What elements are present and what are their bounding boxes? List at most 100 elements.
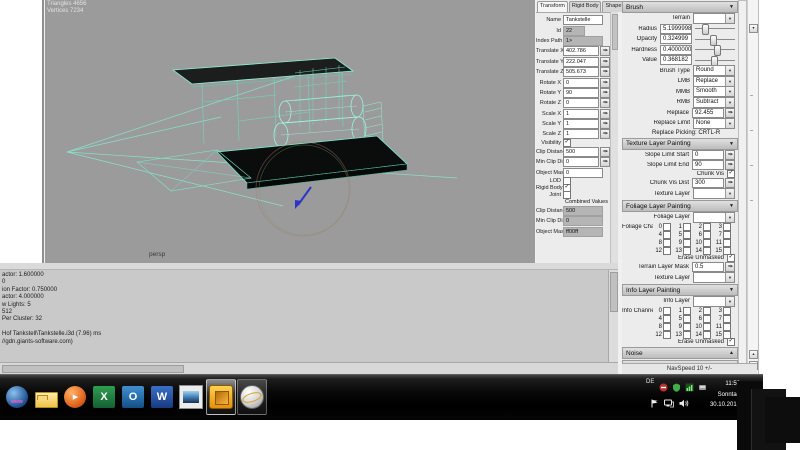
- field-slope-limit-start[interactable]: 0: [692, 150, 724, 160]
- section-header-foliage-layer-painting[interactable]: Foliage Layer Painting▼: [622, 200, 738, 212]
- section-header-texture-layer-painting[interactable]: Texture Layer Painting▼: [622, 138, 738, 150]
- side-slider[interactable]: ▼ ▲ ▲: [747, 0, 759, 374]
- checkbox-channel-6[interactable]: [703, 315, 711, 323]
- checkbox-channel-0[interactable]: [663, 307, 671, 315]
- field-scale-z[interactable]: 1: [563, 129, 599, 139]
- spinner-buttons[interactable]: ◄▶: [725, 108, 735, 118]
- field-rotate-y[interactable]: 90: [563, 88, 599, 98]
- flag-icon[interactable]: [650, 399, 659, 408]
- checkbox-channel-10[interactable]: [703, 323, 711, 331]
- shield-icon[interactable]: [672, 383, 681, 392]
- slider-value[interactable]: [695, 56, 735, 65]
- checkbox-channel-10[interactable]: [703, 239, 711, 247]
- spinner-buttons[interactable]: ◄▶: [725, 150, 735, 160]
- slider-down-icon[interactable]: ▼: [749, 24, 758, 33]
- checkbox-channel-9[interactable]: [683, 323, 691, 331]
- log-vertical-scrollbar[interactable]: [608, 270, 618, 362]
- network-icon[interactable]: [664, 399, 674, 408]
- spinner-buttons[interactable]: ◄▶: [600, 119, 610, 129]
- dropdown-info-layer[interactable]: ▼: [693, 296, 735, 307]
- checkbox-channel-3[interactable]: [723, 307, 731, 315]
- taskbar-button-giants-editor[interactable]: [206, 379, 236, 415]
- checkbox-channel-11[interactable]: [723, 239, 731, 247]
- checkbox-erase-unmasked[interactable]: ✓: [727, 254, 735, 262]
- dropdown-texture-layer[interactable]: ▼: [693, 188, 735, 199]
- field-scale-y[interactable]: 1: [563, 119, 599, 129]
- checkbox-channel-7[interactable]: [723, 231, 731, 239]
- spinner-buttons[interactable]: ◄▶: [725, 160, 735, 170]
- checkbox-channel-8[interactable]: [663, 239, 671, 247]
- taskbar-button-excel[interactable]: X: [90, 380, 118, 414]
- dropdown-replace-limit[interactable]: None▼: [693, 118, 735, 129]
- tab-transform[interactable]: Transform: [537, 1, 568, 12]
- checkbox-channel-8[interactable]: [663, 323, 671, 331]
- checkbox-channel-11[interactable]: [723, 323, 731, 331]
- checkbox-channel-13[interactable]: [683, 247, 691, 255]
- volume-icon[interactable]: [679, 399, 689, 408]
- checkbox-channel-12[interactable]: [663, 247, 671, 255]
- field-value[interactable]: 0.368182: [660, 55, 692, 65]
- spinner-buttons[interactable]: ◄▶: [600, 109, 610, 119]
- log-horizontal-scrollbar[interactable]: [0, 362, 618, 374]
- checkbox-channel-3[interactable]: [723, 223, 731, 231]
- taskbar-button-outlook[interactable]: O: [119, 380, 147, 414]
- viewport-3d[interactable]: Triangles 4656 Vertices 7234 persp: [45, 0, 535, 263]
- checkbox-erase-unmasked[interactable]: ✓: [727, 338, 735, 346]
- spinner-buttons[interactable]: ◄▶: [600, 67, 610, 77]
- checkbox-channel-1[interactable]: [683, 307, 691, 315]
- field-translate-y[interactable]: 222.047: [563, 57, 599, 67]
- slider-hardness[interactable]: [695, 45, 735, 54]
- field-rotate-x[interactable]: 0: [563, 78, 599, 88]
- checkbox-channel-14[interactable]: [703, 247, 711, 255]
- checkbox-channel-13[interactable]: [683, 331, 691, 339]
- checkbox-channel-2[interactable]: [703, 307, 711, 315]
- section-header-info-layer-painting[interactable]: Info Layer Painting▼: [622, 284, 738, 296]
- checkbox-channel-12[interactable]: [663, 331, 671, 339]
- field-radius[interactable]: 5.19999981: [660, 24, 692, 34]
- section-header-noise[interactable]: Noise▲: [622, 347, 738, 359]
- spinner-buttons[interactable]: ◄▶: [600, 57, 610, 67]
- field-name[interactable]: Tankstelle: [563, 15, 603, 25]
- field-opacity[interactable]: 0.324999: [660, 34, 692, 44]
- slider-opacity[interactable]: [695, 35, 735, 44]
- tool-scrollbar[interactable]: [738, 0, 747, 365]
- checkbox-channel-2[interactable]: [703, 223, 711, 231]
- field-chunk-vis-dist[interactable]: 300: [692, 178, 724, 188]
- taskbar-button-media-player[interactable]: [61, 380, 89, 414]
- dropdown-brush-type[interactable]: Round▼: [693, 65, 735, 76]
- checkbox-chunk-vis[interactable]: ✓: [727, 170, 735, 178]
- checkbox-channel-4[interactable]: [663, 231, 671, 239]
- checkbox-channel-5[interactable]: [683, 231, 691, 239]
- chart-icon[interactable]: [685, 383, 694, 392]
- field-object-mask[interactable]: 0: [563, 168, 603, 178]
- taskbar-button-gdn-globe[interactable]: [237, 379, 267, 415]
- checkbox-channel-14[interactable]: [703, 331, 711, 339]
- spinner-buttons[interactable]: ◄▶: [600, 98, 610, 108]
- spinner-buttons[interactable]: ◄▶: [600, 78, 610, 88]
- field-rotate-z[interactable]: 0: [563, 98, 599, 108]
- field-translate-x[interactable]: 402.786: [563, 46, 599, 56]
- checkbox-channel-9[interactable]: [683, 239, 691, 247]
- dropdown-terrain[interactable]: ▼: [693, 13, 735, 24]
- field-scale-x[interactable]: 1: [563, 109, 599, 119]
- checkbox-channel-5[interactable]: [683, 315, 691, 323]
- dropdown-rmb[interactable]: Subtract▼: [693, 97, 735, 108]
- translate-arrow[interactable]: [295, 187, 311, 209]
- taskbar-clock[interactable]: 11:59 Sonntag 30.10.2016: [702, 379, 740, 411]
- dropdown-mmb[interactable]: Smooth▼: [693, 86, 735, 97]
- field-hardness[interactable]: 0.40000001: [660, 45, 692, 55]
- taskbar-button-internet-globe[interactable]: www: [3, 380, 31, 414]
- tab-rigid-body[interactable]: Rigid Body: [569, 1, 602, 12]
- spinner-buttons[interactable]: ◄▶: [600, 129, 610, 139]
- spinner-buttons[interactable]: ◄▶: [725, 262, 735, 272]
- field-replace[interactable]: 92.455: [692, 108, 724, 118]
- dropdown-texture-layer[interactable]: ▼: [693, 272, 735, 283]
- checkbox-channel-7[interactable]: [723, 315, 731, 323]
- field-clip-distance[interactable]: 500: [563, 147, 599, 157]
- section-header-brush[interactable]: Brush▼: [622, 1, 738, 13]
- slider-thumb[interactable]: [702, 24, 709, 35]
- slider-radius[interactable]: [695, 24, 735, 33]
- dropdown-foliage-layer[interactable]: ▼: [693, 212, 735, 223]
- checkbox-channel-6[interactable]: [703, 231, 711, 239]
- spinner-buttons[interactable]: ◄▶: [600, 88, 610, 98]
